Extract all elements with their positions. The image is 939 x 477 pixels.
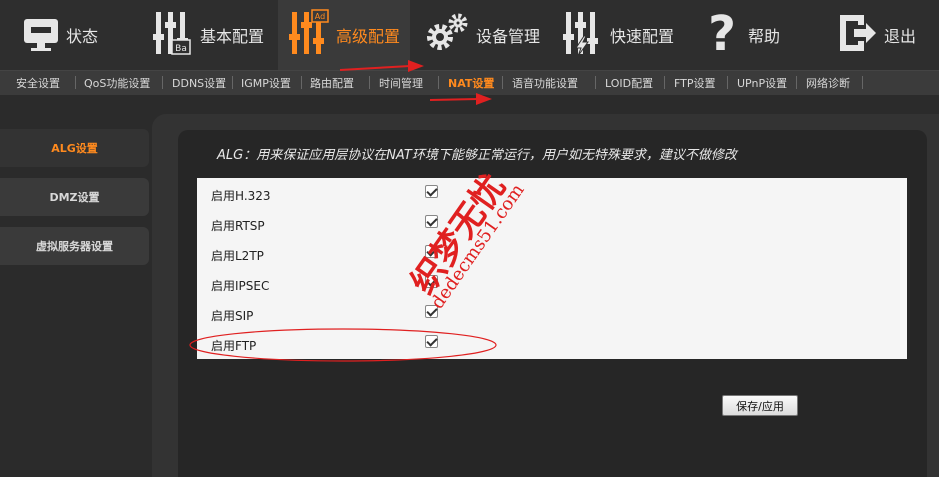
sidebar-item-alg[interactable]: ALG设置 xyxy=(0,129,149,167)
alg-row-h323: 启用H.323 xyxy=(197,180,907,210)
sidebar-item-dmz[interactable]: DMZ设置 xyxy=(0,178,149,216)
save-apply-button[interactable]: 保存/应用 xyxy=(722,395,798,416)
l2tp-checkbox[interactable] xyxy=(425,245,438,258)
sip-checkbox[interactable] xyxy=(425,305,438,318)
alg-description: ALG：用来保证应用层协议在NAT环境下能够正常运行，用户如无特殊要求，建议不做… xyxy=(217,148,737,163)
alg-row-ipsec: 启用IPSEC xyxy=(197,270,907,300)
rtsp-checkbox[interactable] xyxy=(425,215,438,228)
row-label: 启用L2TP xyxy=(211,249,264,263)
annotation-arrow-icon xyxy=(339,60,492,105)
alg-row-rtsp: 启用RTSP xyxy=(197,210,907,240)
row-label: 启用IPSEC xyxy=(211,279,270,293)
alg-row-l2tp: 启用L2TP xyxy=(197,240,907,270)
sidebar-item-virtual-server[interactable]: 虚拟服务器设置 xyxy=(0,227,149,265)
h323-checkbox[interactable] xyxy=(425,185,438,198)
ipsec-checkbox[interactable] xyxy=(425,275,438,288)
row-label: 启用RTSP xyxy=(211,219,265,233)
annotation-ellipse-icon xyxy=(189,328,497,362)
row-label: 启用H.323 xyxy=(211,189,271,203)
row-label: 启用SIP xyxy=(211,309,254,323)
